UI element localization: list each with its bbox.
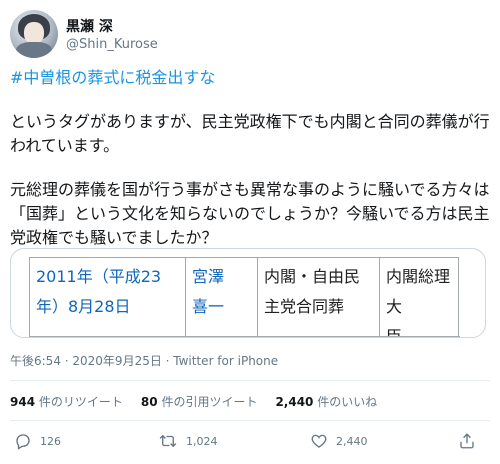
heart-icon — [310, 432, 328, 450]
action-bar: 126 1,024 2,440 — [10, 432, 490, 456]
table-cell-type: 内閣・自由民 主党合同葬 — [258, 258, 380, 337]
divider — [10, 380, 490, 381]
quotes-stat[interactable]: 80 件の引用ツイート — [141, 393, 258, 410]
retweets-stat[interactable]: 944 件のリツイート — [10, 393, 123, 410]
display-name[interactable]: 黒瀬 深 — [66, 16, 113, 36]
table-cell-person: 宮澤 喜一 — [186, 258, 258, 337]
engagement-stats: 944 件のリツイート 80 件の引用ツイート 2,440 件のいいね — [10, 393, 377, 410]
hashtag-link[interactable]: #中曽根の葬式に税金出すな — [10, 68, 215, 87]
tweet-body: #中曽根の葬式に税金出すな というタグがありますが、民主党政権下でも内閣と合同の… — [10, 66, 494, 250]
reply-icon — [14, 432, 32, 450]
attached-image[interactable]: 2011年（平成23 年）8月28日 宮澤 喜一 内閣・自由民 主党合同葬 内閣… — [10, 248, 486, 338]
share-button[interactable] — [458, 432, 476, 450]
table-cell-date: 2011年（平成23 年）8月28日 — [30, 258, 186, 337]
table-cell-title: 内閣総理大 臣 — [386, 267, 451, 338]
retweet-icon — [158, 432, 178, 450]
retweet-count: 1,024 — [186, 434, 218, 448]
like-button[interactable]: 2,440 — [310, 432, 368, 450]
divider — [10, 420, 490, 421]
user-handle[interactable]: @Shin_Kurose — [66, 37, 158, 52]
retweet-button[interactable]: 1,024 — [158, 432, 218, 450]
like-count: 2,440 — [336, 434, 368, 448]
reply-count: 126 — [40, 434, 61, 448]
table-screenshot: 2011年（平成23 年）8月28日 宮澤 喜一 内閣・自由民 主党合同葬 内閣… — [29, 257, 460, 338]
share-icon — [458, 432, 476, 450]
tweet-timestamp[interactable]: 午後6:54 · 2020年9月25日 · Twitter for iPhone — [10, 352, 278, 369]
avatar[interactable] — [10, 10, 58, 58]
tweet-paragraph-1: というタグがありますが、民主党政権下でも内閣と合同の葬儀が行われています。 — [10, 112, 490, 155]
likes-stat[interactable]: 2,440 件のいいね — [275, 393, 377, 410]
tweet-paragraph-2: 元総理の葬儀を国が行う事がさも異常な事のように騒いでる方々は「国葬」という文化を… — [10, 180, 490, 247]
table-row-divider — [30, 336, 460, 337]
reply-button[interactable]: 126 — [14, 432, 61, 450]
tweet-header: 黒瀬 深 @Shin_Kurose — [10, 10, 490, 58]
